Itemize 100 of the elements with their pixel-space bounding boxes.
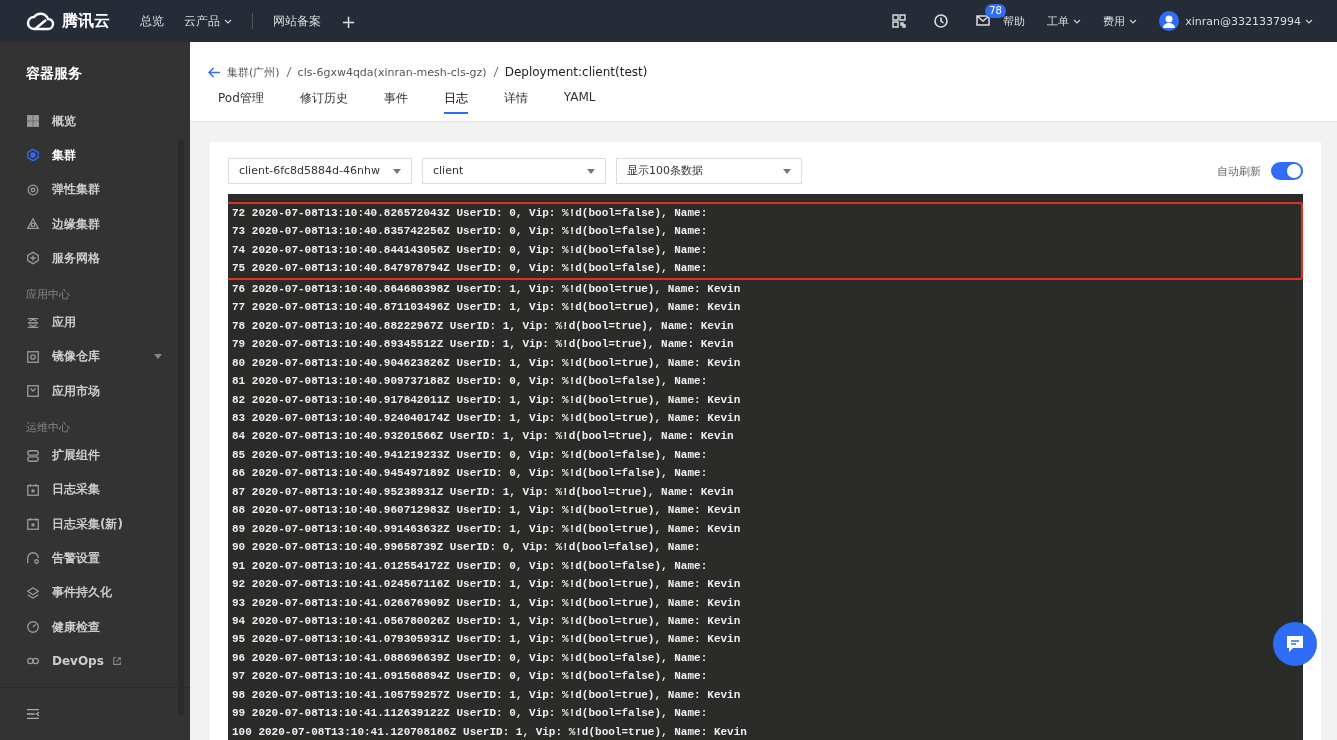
log-line: 79 2020-07-08T13:10:40.89345512Z UserID: 1, Vip: %!d(bool=true), Name: Kevin [231,337,734,353]
cloud-logo-icon [26,11,56,31]
caret-icon [783,169,791,174]
log-line: 77 2020-07-08T13:10:40.871103496Z UserID: 1, Vip: %!d(bool=true), Name: Kevin [231,300,741,316]
gauge-icon [26,620,40,634]
tab[interactable]: YAML [563,90,596,114]
log-line: 72 2020-07-08T13:10:40.826572043Z UserID: 0, Vip: %!d(bool=false), Name: [231,206,708,221]
log-line: 93 2020-07-08T13:10:41.026676909Z UserID: 1, Vip: %!d(bool=true), Name: Kevin [231,595,741,611]
sidebar-item[interactable]: 应用 [0,305,190,340]
log-line: 87 2020-07-08T13:10:40.95238931Z UserID: 1, Vip: %!d(bool=true), Name: Kevin [231,484,734,500]
log-line: 99 2020-07-08T13:10:41.112639122Z UserID: 0, Vip: %!d(bool=false), Name: [231,706,708,722]
tab[interactable]: Pod管理 [218,90,264,114]
breadcrumb-item[interactable]: 集群(广州) [227,64,280,80]
market-icon [26,384,40,399]
log-line: 84 2020-07-08T13:10:40.93201566Z UserID: 1, Vip: %!d(bool=true), Name: Kevin [231,429,734,445]
sidebar-item[interactable]: 日志采集 [0,472,190,507]
sidebar-item[interactable]: 集群 [0,138,190,173]
log-line: 85 2020-07-08T13:10:40.941219233Z UserID: 0, Vip: %!d(bool=false), Name: [231,447,708,463]
auto-refresh-toggle[interactable] [1271,162,1303,180]
sidebar-item[interactable]: 日志采集(新) [0,506,190,542]
external-link-icon [111,656,122,667]
tab[interactable]: 事件 [383,90,408,114]
square-icon [26,349,40,364]
nav-link[interactable]: 网站备案 [273,12,321,30]
qr-code-icon[interactable] [891,13,908,29]
tab[interactable]: 详情 [503,90,528,114]
breadcrumb-item[interactable]: cls-6gxw4qda(xinran-mesh-cls-gz) [297,65,487,79]
log-line: 82 2020-07-08T13:10:40.917842011Z UserID: 1, Vip: %!d(bool=true), Name: Kevin [231,392,741,408]
tab[interactable]: 日志 [443,90,468,114]
sidebar-item[interactable]: DevOps [0,644,190,679]
avatar-icon[interactable] [1159,11,1180,31]
chevron-down-icon [1073,19,1082,24]
log-line: 89 2020-07-08T13:10:40.991463632Z UserID: 1, Vip: %!d(bool=true), Name: Kevin [231,521,741,537]
log-line: 92 2020-07-08T13:10:41.024567116Z UserID: 1, Vip: %!d(bool=true), Name: Kevin [231,577,741,593]
triangle-icon [26,217,40,232]
gear-icon [26,182,40,197]
sidebar-item[interactable]: 概览 [0,104,190,139]
sidebar-item[interactable]: 镜像仓库 [0,339,190,375]
chat-bubble-icon [1285,635,1305,653]
clock-icon[interactable] [933,13,950,29]
dropdown-select[interactable]: 显示100条数据 [616,158,802,184]
log-line: 95 2020-07-08T13:10:41.079305931Z UserID: 1, Vip: %!d(bool=true), Name: Kevin [231,632,741,648]
dropdown-select[interactable]: client [422,158,606,184]
log-line: 74 2020-07-08T13:10:40.844143056Z UserID: 0, Vip: %!d(bool=false), Name: [231,242,708,258]
sidebar-item[interactable]: 应用市场 [0,374,190,409]
collapse-menu-icon[interactable] [26,708,40,720]
chevron-down-icon [1129,19,1138,24]
chevron-down-icon [224,18,232,24]
calendar-icon [26,517,40,532]
header-link[interactable]: 费用 [1103,13,1138,29]
caret-icon [393,169,401,174]
log-line: 100 2020-07-08T13:10:41.120708186Z UserID: 1, Vip: %!d(bool=true), Name: Kevin [231,724,747,740]
section-heading: 应用中心 [25,287,71,304]
header-link[interactable]: 工单 [1047,13,1082,29]
grid-icon [26,114,40,129]
sidebar-item[interactable]: 服务网格 [0,241,190,276]
breadcrumb-item: Deployment:client(test) [504,65,648,79]
back-arrow-icon[interactable] [208,66,221,78]
log-line: 97 2020-07-08T13:10:41.091568894Z UserID: 0, Vip: %!d(bool=false), Name: [231,669,708,685]
hex-icon [26,148,40,163]
nav-link[interactable]: 总览 [140,12,164,30]
log-line: 83 2020-07-08T13:10:40.924040174Z UserID: 1, Vip: %!d(bool=true), Name: Kevin [231,411,741,426]
log-line: 73 2020-07-08T13:10:40.835742256Z UserID: 0, Vip: %!d(bool=false), Name: [231,224,708,240]
log-line: 80 2020-07-08T13:10:40.904623826Z UserID: 1, Vip: %!d(bool=true), Name: Kevin [231,355,741,371]
breadcrumb-separator-icon [285,66,292,78]
alarm-icon [26,551,40,566]
sidebar-title: 容器服务 [25,64,83,83]
log-line: 76 2020-07-08T13:10:40.864680398Z UserID: 1, Vip: %!d(bool=true), Name: Kevin [231,281,741,297]
sidebar-item[interactable]: 边缘集群 [0,206,190,242]
log-line: 78 2020-07-08T13:10:40.88222967Z UserID: 1, Vip: %!d(bool=true), Name: Kevin [231,318,734,334]
sidebar-item[interactable]: 扩展组件 [0,438,190,473]
brand-name[interactable]: 腾讯云 [62,10,110,32]
log-line: 86 2020-07-08T13:10:40.945497189Z UserID: 0, Vip: %!d(bool=false), Name: [231,466,708,482]
breadcrumb-separator-icon [492,66,499,78]
mesh-icon [26,251,40,266]
nav-link[interactable]: + [341,10,357,32]
log-line: 88 2020-07-08T13:10:40.960712983Z UserID: 1, Vip: %!d(bool=true), Name: Kevin [231,503,741,519]
section-heading: 运维中心 [25,420,71,437]
caret-icon [587,169,595,174]
sidebar-item[interactable]: 弹性集群 [0,172,190,207]
header-link[interactable]: 帮助 [1003,13,1026,29]
toggle-label: 自动刷新 [1217,163,1261,179]
user-menu[interactable]: xinran@3321337994 [1185,14,1313,28]
layers-icon [26,585,40,600]
log-line: 75 2020-07-08T13:10:40.847978794Z UserID: 0, Vip: %!d(bool=false), Name: [231,261,708,277]
sidebar-item[interactable]: 事件持久化 [0,575,190,610]
tab[interactable]: 修订历史 [299,90,348,114]
log-line: 94 2020-07-08T13:10:41.056780026Z UserID: 1, Vip: %!d(bool=true), Name: Kevin [231,613,741,629]
caret-icon [154,354,162,360]
dropdown-select[interactable]: client-6fc8d5884d-46nhw [228,158,412,184]
nav-link[interactable]: 云产品 [184,12,232,30]
calendar-icon [26,482,40,497]
sidebar-item[interactable]: 告警设置 [0,541,190,576]
log-line: 98 2020-07-08T13:10:41.105759257Z UserID: 1, Vip: %!d(bool=true), Name: Kevin [231,687,741,703]
log-line: 81 2020-07-08T13:10:40.909737188Z UserID: 0, Vip: %!d(bool=false), Name: [231,374,708,390]
log-line: 96 2020-07-08T13:10:41.088696639Z UserID: 0, Vip: %!d(bool=false), Name: [231,650,708,666]
sidebar-item[interactable]: 健康检查 [0,609,190,645]
log-line: 90 2020-07-08T13:10:40.99658739Z UserID: 0, Vip: %!d(bool=false), Name: [231,540,701,556]
log-line: 91 2020-07-08T13:10:41.012554172Z UserID: 0, Vip: %!d(bool=false), Name: [231,558,708,574]
chevron-down-icon [1305,19,1313,24]
